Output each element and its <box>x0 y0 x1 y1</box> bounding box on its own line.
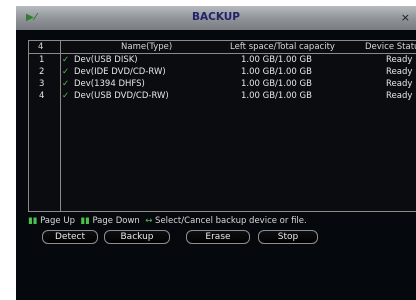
row-name: Dev(IDE DVD/CD-RW) <box>74 67 166 77</box>
backup-window: ▶⁄ BACKUP × 4 Name(Type) Left space/Tota… <box>16 6 416 300</box>
table-row[interactable]: 2 ✓ Dev(IDE DVD/CD-RW) 1.00 GB/1.00 GB R… <box>29 67 416 79</box>
row-index: 3 <box>39 79 45 89</box>
table-row[interactable]: 3 ✓ Dev(1394 DHFS) 1.00 GB/1.00 GB Ready <box>29 79 416 91</box>
row-index: 4 <box>39 91 45 101</box>
header-status[interactable]: Device Status <box>365 42 416 52</box>
check-icon[interactable]: ✓ <box>62 55 69 65</box>
table-row[interactable]: 4 ✓ Dev(USB DVD/CD-RW) 1.00 GB/1.00 GB R… <box>29 91 416 103</box>
table-row[interactable]: 1 ✓ Dev(USB DISK) 1.00 GB/1.00 GB Ready <box>29 55 416 67</box>
check-icon[interactable]: ✓ <box>62 91 69 101</box>
select-arrow-icon: ↔ <box>145 216 153 226</box>
row-status: Ready <box>386 67 413 77</box>
check-icon[interactable]: ✓ <box>62 67 69 77</box>
row-status: Ready <box>386 91 413 101</box>
check-icon[interactable]: ✓ <box>62 79 69 89</box>
header-space[interactable]: Left space/Total capacity <box>230 42 335 52</box>
row-space: 1.00 GB/1.00 GB <box>241 91 312 101</box>
page-down-hint: Page Down <box>92 216 140 226</box>
detect-button[interactable]: Detect <box>42 230 98 244</box>
header-name[interactable]: Name(Type) <box>121 42 172 52</box>
row-status: Ready <box>386 55 413 65</box>
page-down-icon: ▮▮ <box>80 216 90 226</box>
row-name: Dev(1394 DHFS) <box>74 79 145 89</box>
page-up-icon: ▮▮ <box>28 216 38 226</box>
row-index: 2 <box>39 67 45 77</box>
close-icon[interactable]: × <box>401 11 410 24</box>
row-name: Dev(USB DISK) <box>74 55 138 65</box>
erase-button[interactable]: Erase <box>186 230 250 244</box>
window-title: BACKUP <box>191 11 240 23</box>
row-name: Dev(USB DVD/CD-RW) <box>74 91 169 101</box>
row-space: 1.00 GB/1.00 GB <box>241 67 312 77</box>
row-space: 1.00 GB/1.00 GB <box>241 55 312 65</box>
row-space: 1.00 GB/1.00 GB <box>241 79 312 89</box>
stop-button[interactable]: Stop <box>258 230 318 244</box>
keyboard-hints: ▮▮ Page Up ▮▮ Page Down ↔ Select/Cancel … <box>28 216 307 226</box>
table-header: 4 Name(Type) Left space/Total capacity D… <box>29 41 416 54</box>
header-index: 4 <box>38 42 44 52</box>
select-hint: Select/Cancel backup device or file. <box>155 216 307 226</box>
page-up-hint: Page Up <box>40 216 75 226</box>
row-index: 1 <box>39 55 45 65</box>
backup-button[interactable]: Backup <box>104 230 170 244</box>
device-table: 4 Name(Type) Left space/Total capacity D… <box>28 40 416 212</box>
row-status: Ready <box>386 79 413 89</box>
title-bar: ▶⁄ BACKUP × <box>16 6 416 30</box>
